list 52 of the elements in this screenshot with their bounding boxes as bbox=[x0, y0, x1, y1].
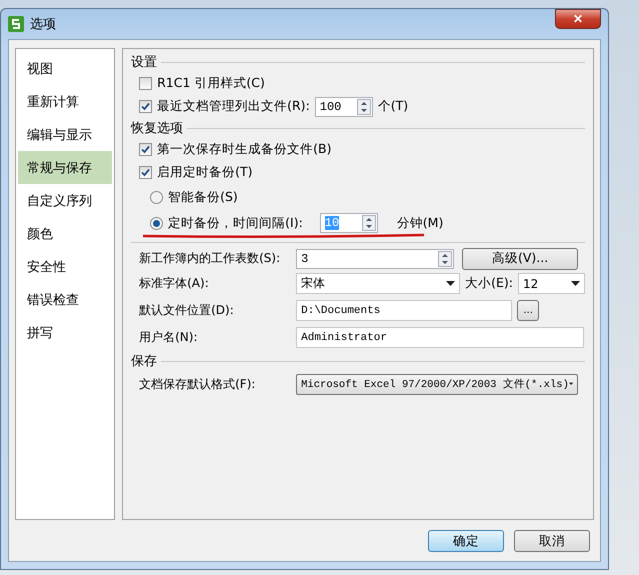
checkbox-label: 启用定时备份(T) bbox=[157, 164, 253, 181]
font-dropdown[interactable]: 宋体 bbox=[296, 273, 460, 294]
sidebar-item[interactable]: 重新计算 bbox=[18, 85, 112, 118]
sidebar-item[interactable]: 安全性 bbox=[18, 250, 112, 283]
field-label: 标准字体(A): bbox=[139, 275, 210, 292]
spin-arrows-icon[interactable] bbox=[438, 250, 452, 266]
sidebar-item[interactable]: 编辑与显示 bbox=[18, 118, 112, 151]
group-title: 保存 bbox=[131, 353, 158, 370]
advanced-button[interactable]: 高级(V)... bbox=[462, 248, 578, 270]
checkbox[interactable] bbox=[139, 100, 152, 113]
field-label: 新工作簿内的工作表数(S): bbox=[139, 250, 282, 267]
sidebar-item[interactable]: 颜色 bbox=[18, 217, 112, 250]
field-label: 文档保存默认格式(F): bbox=[139, 376, 256, 392]
sidebar-item[interactable]: 视图 bbox=[18, 52, 112, 85]
group-title: 设置 bbox=[131, 54, 158, 71]
checkbox-label: 第一次保存时生成备份文件(B) bbox=[157, 141, 332, 158]
dropdown-caret-icon bbox=[446, 280, 456, 286]
dropdown-caret-icon bbox=[571, 280, 580, 286]
checkbox[interactable] bbox=[139, 77, 152, 90]
browse-button[interactable]: ... bbox=[517, 300, 540, 321]
number-field[interactable]: 100 bbox=[314, 96, 373, 116]
number-field[interactable]: 3 bbox=[296, 248, 454, 268]
radio-label: 智能备份(S) bbox=[168, 188, 238, 206]
text-field[interactable]: Administrator bbox=[296, 327, 584, 348]
field-label: 大小(E): bbox=[465, 275, 513, 292]
sidebar-item[interactable]: 拼写 bbox=[18, 316, 112, 349]
field-label: 默认文件位置(D): bbox=[139, 302, 235, 319]
spin-arrows-icon[interactable] bbox=[356, 98, 371, 114]
text-field[interactable]: D:\Documents bbox=[296, 300, 512, 321]
window-title: 选项 bbox=[30, 16, 57, 33]
unit-label: 个(T) bbox=[378, 98, 408, 115]
size-dropdown[interactable]: 12 bbox=[518, 273, 585, 294]
radio-button[interactable] bbox=[150, 190, 164, 204]
close-button[interactable]: ✕ bbox=[555, 9, 601, 29]
checkbox-label: 最近文档管理列出文件(R): bbox=[157, 98, 310, 115]
radio-button[interactable] bbox=[150, 216, 164, 230]
field-label: 用户名(N): bbox=[139, 329, 199, 346]
checkbox[interactable] bbox=[139, 143, 152, 156]
spin-arrows-icon[interactable] bbox=[362, 215, 376, 231]
sidebar-item[interactable]: 错误检查 bbox=[18, 283, 112, 316]
format-dropdown[interactable]: Microsoft Excel 97/2000/XP/2003 文件(*.xls) bbox=[296, 374, 578, 394]
dropdown-caret-icon bbox=[568, 381, 574, 387]
unit-label: 分钟(M) bbox=[396, 214, 444, 232]
app-logo-icon bbox=[8, 16, 24, 32]
cancel-button[interactable]: 取消 bbox=[514, 530, 590, 552]
checkbox-label: R1C1 引用样式(C) bbox=[157, 75, 265, 92]
sidebar-item[interactable]: 自定义序列 bbox=[18, 184, 112, 217]
radio-label: 定时备份，时间间隔(I): bbox=[168, 214, 303, 232]
group-title: 恢复选项 bbox=[131, 120, 184, 137]
sidebar-item[interactable]: 常规与保存 bbox=[18, 151, 112, 184]
ok-button[interactable]: 确定 bbox=[428, 530, 504, 552]
checkbox[interactable] bbox=[139, 166, 152, 179]
